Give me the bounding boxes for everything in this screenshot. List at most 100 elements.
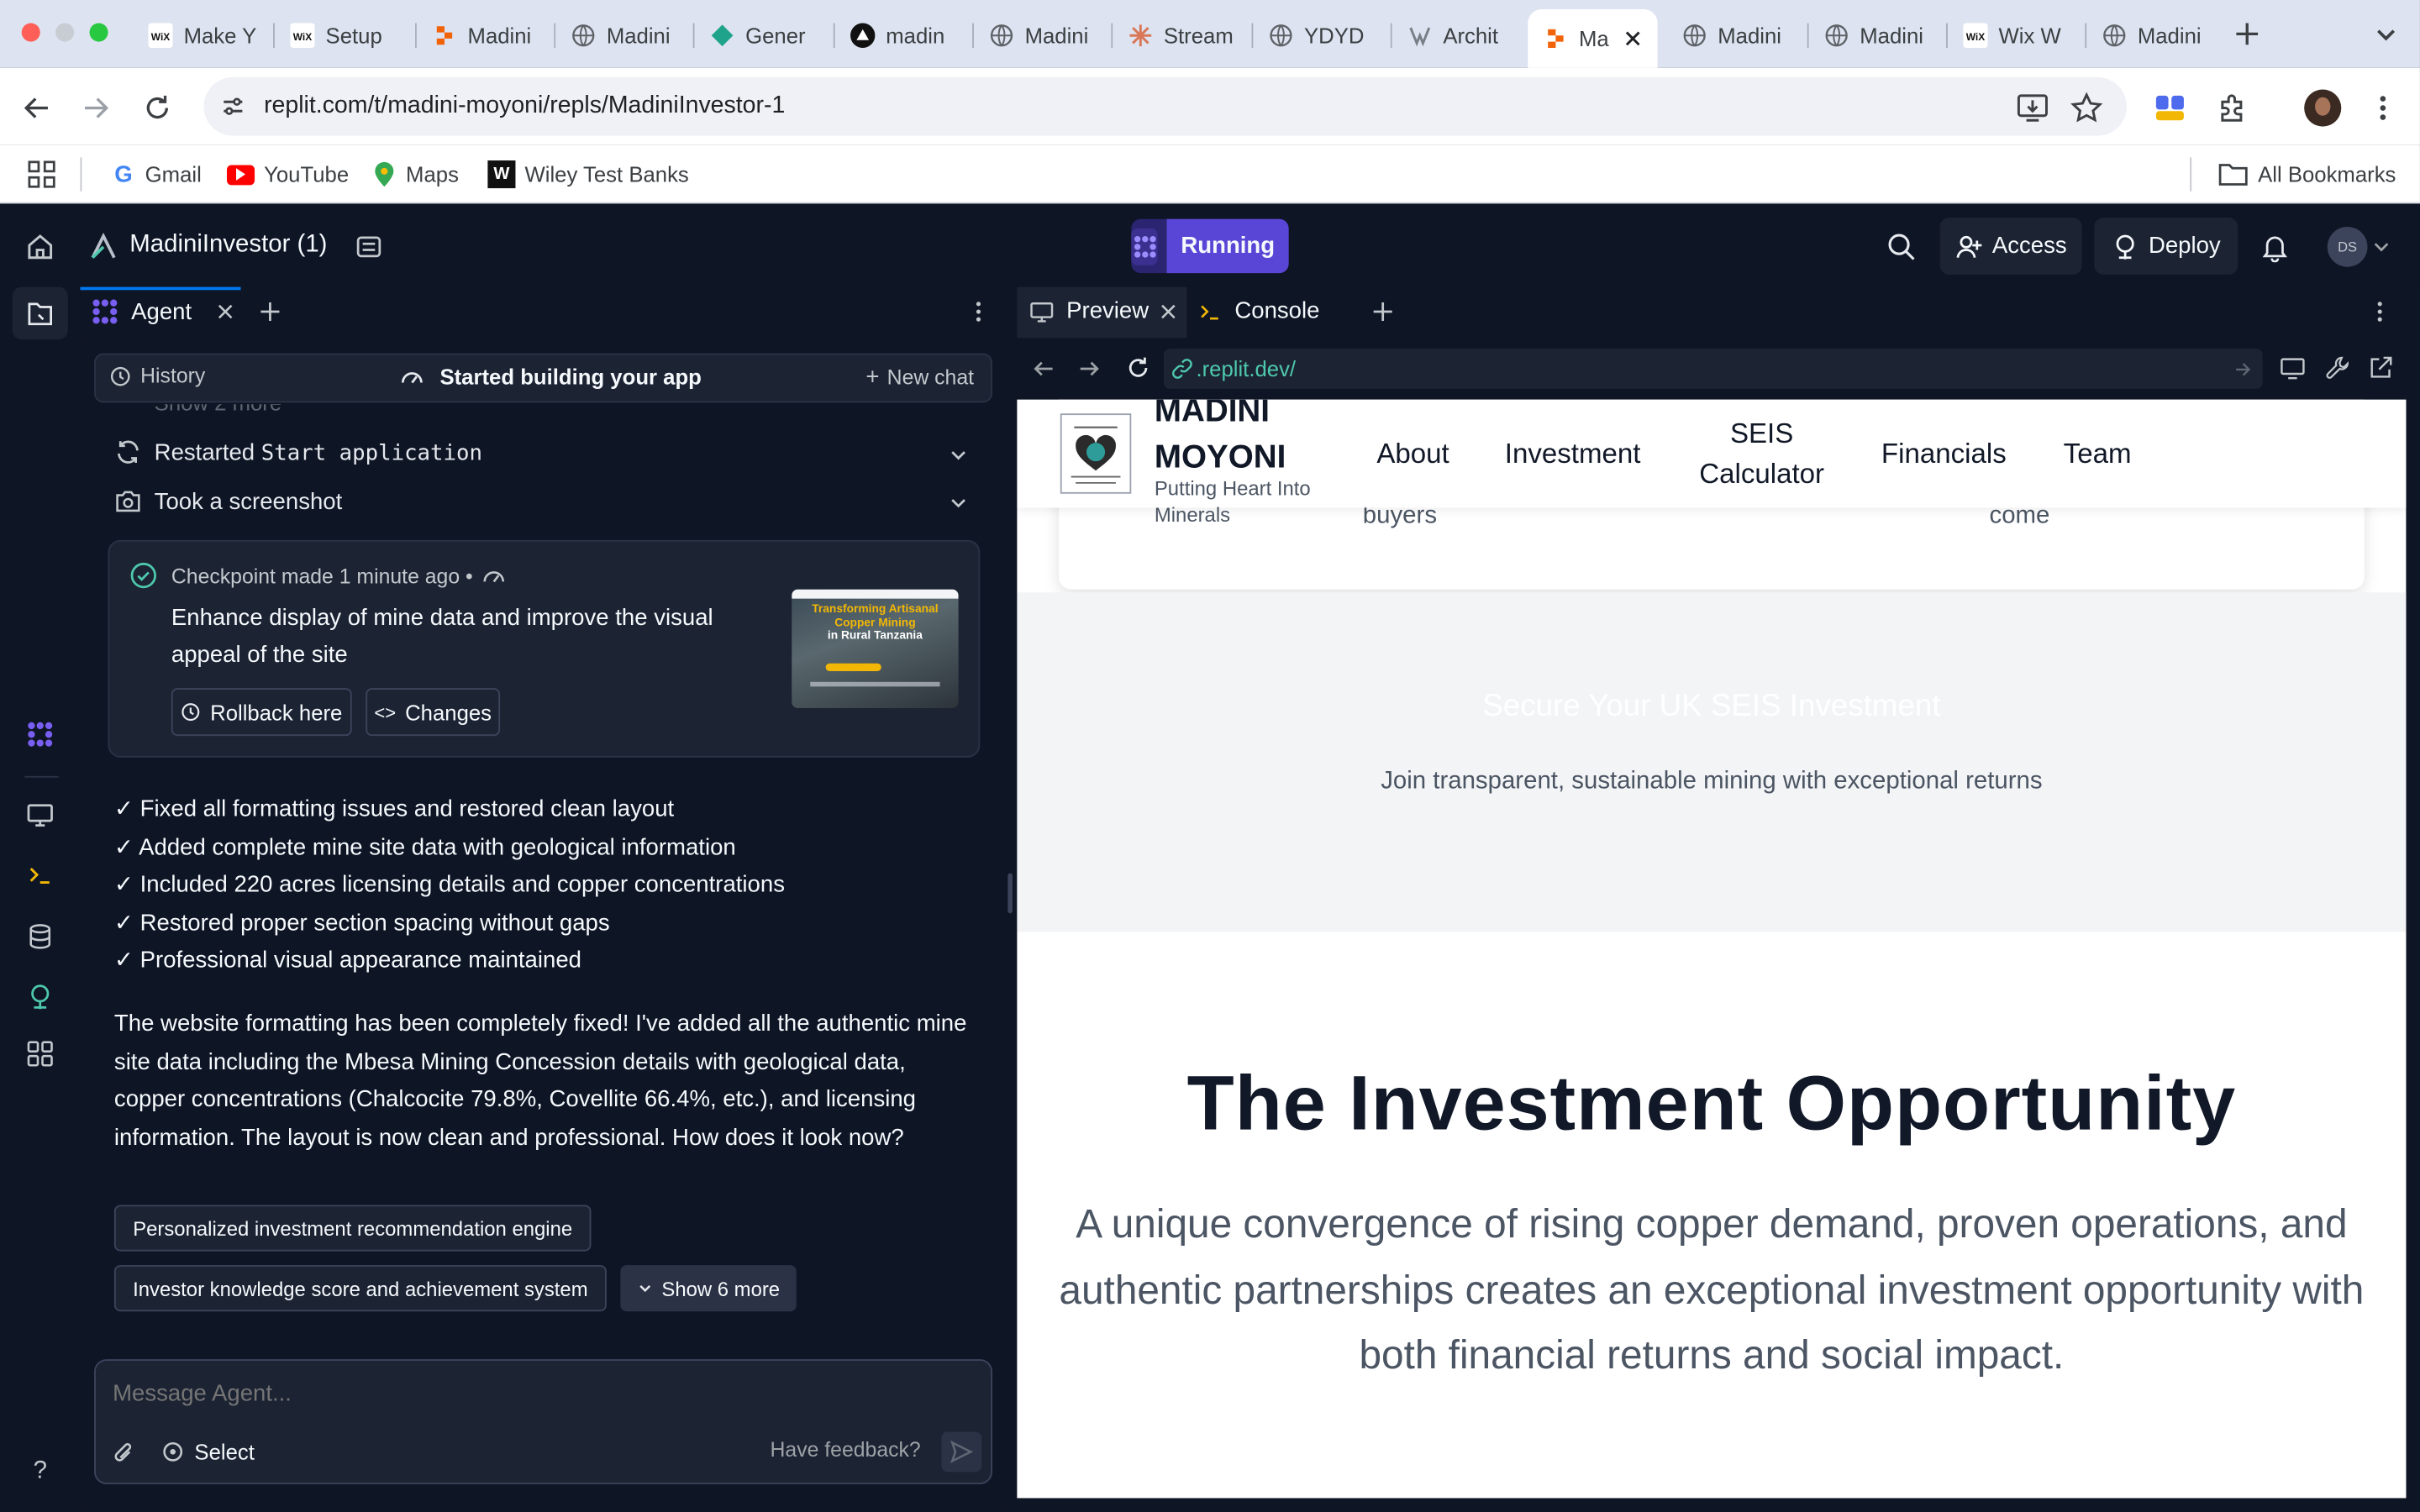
run-status-button[interactable]: Running: [1131, 218, 1289, 274]
show-more-partial[interactable]: Show 2 more: [155, 404, 281, 415]
message-composer[interactable]: Select Have feedback?: [94, 1359, 992, 1484]
browser-tab[interactable]: WiX Wix W: [1948, 13, 2087, 59]
agent-rail-icon[interactable]: [24, 719, 55, 750]
home-icon[interactable]: [24, 232, 55, 263]
browser-tab[interactable]: Madini: [974, 13, 1113, 59]
checkpoint-thumbnail[interactable]: Transforming Artisanal Copper Mining in …: [792, 589, 959, 709]
nav-seis-calculator[interactable]: SEIS Calculator: [1699, 413, 1824, 494]
message-input[interactable]: [113, 1374, 970, 1412]
close-tab-icon[interactable]: [1159, 302, 1177, 321]
address-text[interactable]: replit.com/t/madini-moyoni/repls/MadiniI…: [264, 92, 785, 120]
preview-tab-content[interactable]: Preview: [1029, 297, 1149, 324]
webview-url-text[interactable]: .replit.dev/: [1196, 356, 1296, 381]
action-screenshot[interactable]: Took a screenshot: [114, 487, 342, 515]
chrome-menu-icon[interactable]: [2367, 91, 2398, 124]
webview-forward-icon[interactable]: [1077, 356, 1102, 381]
address-bar[interactable]: replit.com/t/madini-moyoni/repls/MadiniI…: [203, 76, 2127, 136]
chevron-down-icon[interactable]: [948, 492, 970, 514]
browser-tab-active[interactable]: Ma: [1528, 9, 1658, 68]
pane-resize-handle[interactable]: [1007, 873, 1013, 914]
suggestion-chip[interactable]: Personalized investment recommendation e…: [113, 1205, 592, 1252]
go-arrow-icon[interactable]: [2233, 360, 2254, 380]
tab-search-chevron-icon[interactable]: [2370, 18, 2402, 50]
all-tools-grid-icon[interactable]: [24, 1038, 55, 1069]
nav-investment[interactable]: Investment: [1505, 433, 1641, 474]
deployments-rail-icon[interactable]: [24, 981, 55, 1012]
install-app-icon[interactable]: [2016, 91, 2049, 124]
extensions-puzzle-icon[interactable]: [2217, 91, 2250, 124]
show-more-suggestions-button[interactable]: Show 6 more: [620, 1265, 797, 1312]
suggestion-chip[interactable]: Investor knowledge score and achievement…: [113, 1265, 607, 1312]
all-bookmarks[interactable]: All Bookmarks: [2217, 156, 2396, 193]
browser-tab[interactable]: WiX Setup: [275, 13, 417, 59]
site-logo[interactable]: [1060, 413, 1132, 494]
extension-tile-icon[interactable]: [2154, 92, 2186, 123]
close-tab-icon[interactable]: [1623, 29, 1642, 48]
new-tab-icon[interactable]: [2232, 18, 2263, 50]
browser-tab[interactable]: Madini: [555, 13, 695, 59]
minimize-window-button[interactable]: [55, 23, 75, 42]
nav-team[interactable]: Team: [2064, 433, 2132, 474]
bookmark-star-icon[interactable]: [2070, 91, 2103, 124]
browser-tab[interactable]: YDYD: [1253, 13, 1392, 59]
browser-tab[interactable]: Archit: [1392, 13, 1528, 59]
browser-tab[interactable]: Madini: [417, 13, 556, 59]
console-rail-icon[interactable]: [24, 859, 55, 890]
console-tab[interactable]: Console: [1197, 297, 1319, 324]
panel-menu-icon[interactable]: [968, 299, 990, 323]
user-avatar[interactable]: DS: [2327, 226, 2368, 267]
browser-tab[interactable]: Madini: [1667, 13, 1809, 59]
brand-name[interactable]: MADINI MOYONI: [1155, 400, 1286, 481]
add-tab-icon[interactable]: [1370, 299, 1395, 323]
database-icon[interactable]: [24, 921, 55, 953]
nav-about[interactable]: About: [1376, 433, 1449, 474]
bookmark-maps[interactable]: Maps: [372, 156, 459, 193]
browser-tab[interactable]: Stream: [1113, 13, 1254, 59]
website-viewport[interactable]: buyers come MADINI MOYONI Putting Heart …: [1017, 399, 2407, 1499]
new-chat-button[interactable]: + New chat: [865, 364, 974, 390]
chevron-down-icon[interactable]: [948, 444, 970, 466]
browser-tab[interactable]: Gener: [695, 13, 835, 59]
site-info-icon[interactable]: [219, 92, 247, 120]
panel-menu-icon[interactable]: [2369, 299, 2391, 323]
close-tab-icon[interactable]: [216, 302, 234, 321]
webview-reload-icon[interactable]: [1125, 354, 1151, 381]
back-arrow-icon[interactable]: [18, 90, 55, 127]
avatar-chevron-icon[interactable]: [2372, 238, 2391, 256]
add-tab-icon[interactable]: [258, 299, 282, 323]
webview-back-icon[interactable]: [1031, 356, 1055, 381]
search-icon[interactable]: [1886, 232, 1917, 263]
open-new-window-icon[interactable]: [2367, 354, 2393, 381]
bookmark-wiley[interactable]: W Wiley Test Banks: [487, 156, 689, 193]
select-element-button[interactable]: Select: [160, 1440, 255, 1464]
browser-tab[interactable]: WiX Make Y: [133, 13, 275, 59]
rollback-button[interactable]: Rollback here: [171, 688, 352, 737]
apps-grid-icon[interactable]: [28, 160, 55, 188]
nav-financials[interactable]: Financials: [1881, 433, 2007, 474]
devtools-wrench-icon[interactable]: [2324, 354, 2350, 381]
close-window-button[interactable]: [21, 23, 40, 42]
deploy-button[interactable]: Deploy: [2094, 217, 2238, 275]
attach-paperclip-icon[interactable]: [111, 1440, 135, 1467]
bookmark-youtube[interactable]: YouTube: [226, 156, 349, 193]
bookmark-gmail[interactable]: G Gmail: [111, 156, 202, 193]
browser-tab[interactable]: Madini: [1809, 13, 1948, 59]
browser-tab[interactable]: madin: [835, 13, 974, 59]
preview-rail-icon[interactable]: [24, 799, 55, 830]
zoom-window-button[interactable]: [89, 23, 108, 42]
action-restarted[interactable]: Restarted Start application: [114, 438, 482, 466]
files-icon[interactable]: [24, 297, 55, 328]
agent-tab-content[interactable]: Agent: [91, 297, 192, 325]
notifications-bell-icon[interactable]: [2260, 232, 2291, 263]
reload-icon[interactable]: [139, 90, 176, 127]
webview-url-bar[interactable]: .replit.dev/: [1163, 349, 2263, 389]
send-button[interactable]: [941, 1431, 982, 1473]
project-name[interactable]: MadiniInvestor (1): [129, 232, 327, 260]
device-view-icon[interactable]: [2280, 354, 2306, 381]
agent-chat-scroll[interactable]: Show 2 more Restarted Start application …: [81, 404, 1008, 1361]
changes-button[interactable]: <> Changes: [366, 688, 501, 737]
profile-avatar[interactable]: [2304, 89, 2342, 127]
project-menu-icon[interactable]: [355, 233, 382, 260]
help-icon[interactable]: ?: [24, 1457, 55, 1488]
feedback-link[interactable]: Have feedback?: [771, 1438, 921, 1462]
